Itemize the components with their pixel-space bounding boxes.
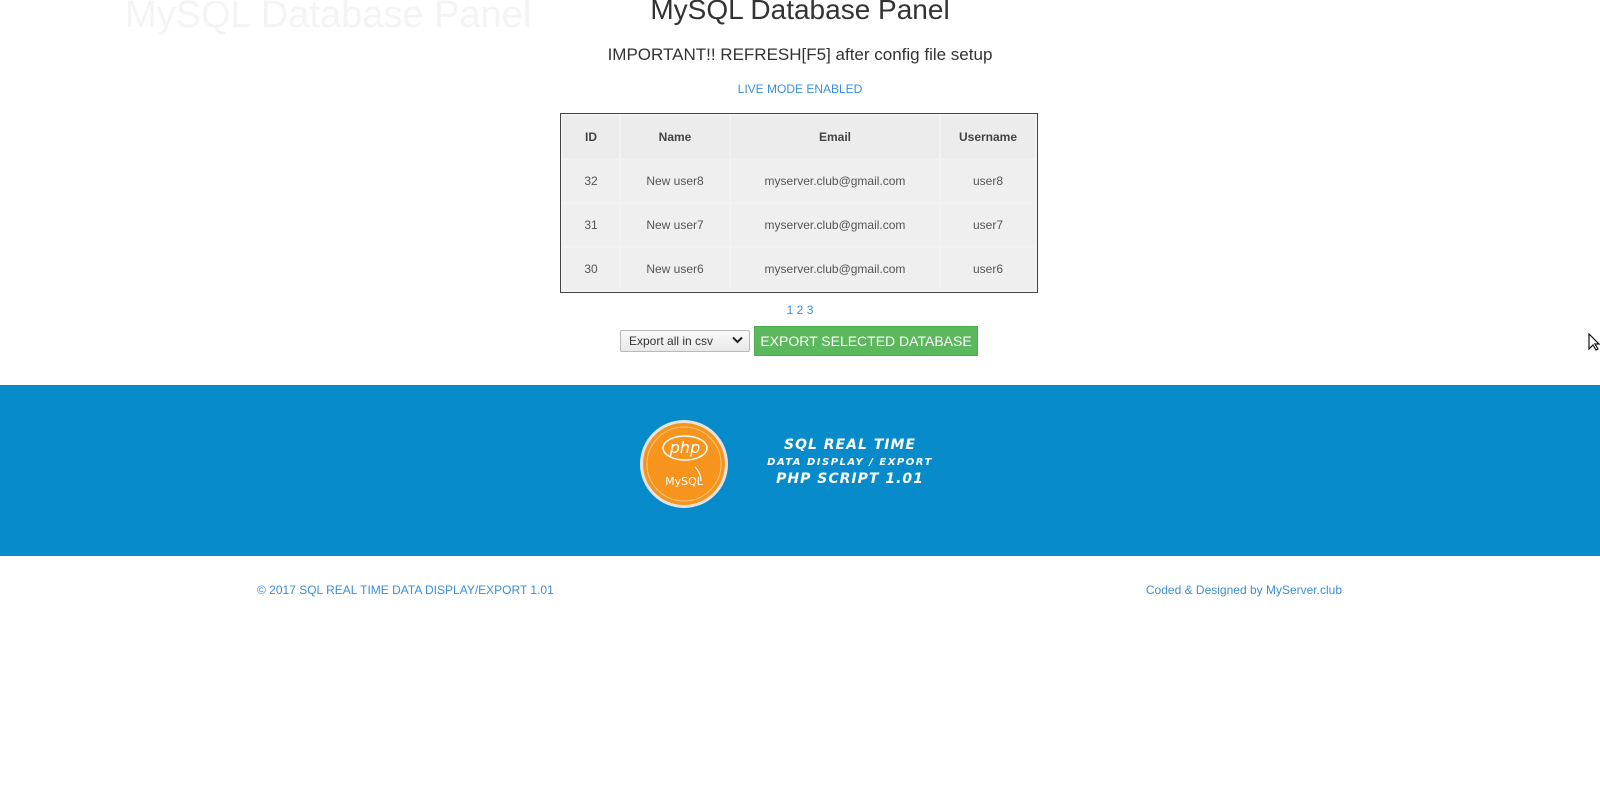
page-link-2[interactable]: 2: [797, 303, 804, 317]
pagination: 1 2 3: [0, 303, 1600, 317]
table-header-row: ID Name Email Username: [563, 116, 1035, 158]
mouse-cursor-icon: [1588, 332, 1600, 351]
cell-username: user8: [941, 160, 1035, 202]
cell-username: user7: [941, 204, 1035, 246]
banner-line-1: SQL REAL TIME: [783, 437, 916, 453]
export-selected-button[interactable]: EXPORT SELECTED DATABASE: [754, 326, 978, 356]
php-mysql-logo: php MySQL: [639, 419, 729, 509]
users-table-container: ID Name Email Username 32 New user8 myse…: [560, 113, 1038, 293]
page-link-3[interactable]: 3: [807, 303, 814, 317]
logo-mysql-text: MySQL: [665, 475, 704, 488]
page-link-1[interactable]: 1: [787, 303, 794, 317]
banner-line-3: PHP SCRIPT 1.01: [776, 471, 924, 487]
table-row: 31 New user7 myserver.club@gmail.com use…: [563, 204, 1035, 246]
cell-email: myserver.club@gmail.com: [731, 204, 939, 246]
page-title: MySQL Database Panel: [650, 0, 950, 25]
cell-name: New user7: [621, 204, 729, 246]
column-header-email: Email: [731, 116, 939, 158]
export-controls: Export all in csv EXPORT SELECTED DATABA…: [620, 326, 978, 356]
live-mode-status: LIVE MODE ENABLED: [737, 82, 863, 96]
cell-id: 31: [563, 204, 619, 246]
export-format-value: Export all in csv: [629, 334, 714, 348]
cell-email: myserver.club@gmail.com: [731, 160, 939, 202]
users-table: ID Name Email Username 32 New user8 myse…: [561, 114, 1037, 292]
cell-name: New user6: [621, 248, 729, 290]
table-row: 32 New user8 myserver.club@gmail.com use…: [563, 160, 1035, 202]
table-row: 30 New user6 myserver.club@gmail.com use…: [563, 248, 1035, 290]
logo-php-text: php: [669, 438, 700, 457]
footer-copyright: © 2017 SQL REAL TIME DATA DISPLAY/EXPORT…: [257, 583, 554, 597]
column-header-name: Name: [621, 116, 729, 158]
cell-name: New user8: [621, 160, 729, 202]
cell-username: user6: [941, 248, 1035, 290]
banner-line-2: DATA DISPLAY / EXPORT: [767, 457, 933, 468]
cell-id: 30: [563, 248, 619, 290]
column-header-username: Username: [941, 116, 1035, 158]
product-banner: php MySQL SQL REAL TIME DATA DISPLAY / E…: [0, 385, 1600, 556]
column-header-id: ID: [563, 116, 619, 158]
main-panel: MySQL Database Panel MySQL Database Pane…: [0, 0, 1600, 385]
footer-credit-link[interactable]: Coded & Designed by MyServer.club: [1146, 583, 1342, 597]
banner-text: SQL REAL TIME DATA DISPLAY / EXPORT PHP …: [740, 437, 960, 488]
refresh-notice: IMPORTANT!! REFRESH[F5] after config fil…: [607, 45, 993, 64]
chevron-down-icon: [732, 336, 743, 347]
cell-id: 32: [563, 160, 619, 202]
cell-email: myserver.club@gmail.com: [731, 248, 939, 290]
export-format-select[interactable]: Export all in csv: [620, 330, 750, 352]
